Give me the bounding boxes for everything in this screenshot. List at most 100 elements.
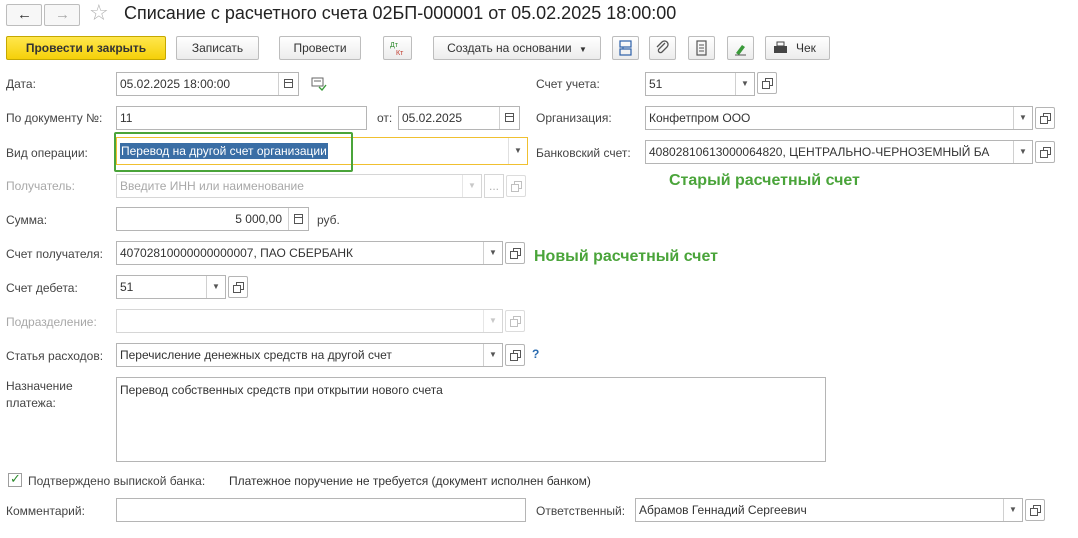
checkmark-icon: ✓ — [10, 471, 21, 486]
operation-type-dropdown-icon[interactable]: ▼ — [508, 138, 527, 164]
forward-arrow-icon: → — [55, 6, 70, 23]
division-label: Подразделение: — [6, 315, 97, 329]
debit-account-value: 51 — [120, 280, 134, 294]
organization-dropdown-icon[interactable]: ▼ — [1013, 107, 1032, 129]
calculator-icon[interactable] — [288, 208, 308, 230]
expense-item-open-button[interactable] — [505, 344, 525, 366]
doc-number-input[interactable]: 11 — [116, 106, 367, 130]
payment-purpose-label-line2: платежа: — [6, 396, 56, 410]
recipient-select-button[interactable]: ... — [484, 174, 504, 198]
recipient-account-open-button[interactable] — [505, 242, 525, 264]
list-button[interactable] — [688, 36, 715, 60]
debit-account-dropdown-icon[interactable]: ▼ — [206, 276, 225, 298]
highlight-box — [114, 132, 353, 172]
doc-number-value: 11 — [120, 111, 133, 125]
comment-label: Комментарий: — [6, 504, 85, 518]
amount-value: 5 000,00 — [235, 212, 282, 226]
back-button[interactable]: ← — [6, 4, 42, 26]
bank-account-value: 40802810613000064820, ЦЕНТРАЛЬНО-ЧЕРНОЗЕ… — [649, 145, 990, 159]
payment-purpose-label-line1: Назначение — [6, 379, 73, 393]
date-label: Дата: — [6, 77, 36, 91]
back-arrow-icon: ← — [17, 6, 32, 23]
receipt-label: Чек — [796, 41, 816, 55]
calendar-icon[interactable] — [278, 73, 298, 95]
forward-button[interactable]: → — [44, 4, 80, 26]
hierarchy-icon — [619, 40, 632, 56]
debit-account-label: Счет дебета: — [6, 281, 78, 295]
division-dropdown-icon[interactable]: ▼ — [483, 310, 502, 332]
bank-account-field[interactable]: 40802810613000064820, ЦЕНТРАЛЬНО-ЧЕРНОЗЕ… — [645, 140, 1033, 164]
recipient-field[interactable]: Введите ИНН или наименование ▼ — [116, 174, 482, 198]
organization-open-button[interactable] — [1035, 107, 1055, 129]
new-account-annotation: Новый расчетный счет — [534, 248, 718, 265]
responsible-value: Абрамов Геннадий Сергеевич — [639, 503, 807, 517]
ellipsis-icon: ... — [489, 179, 500, 193]
account-value: 51 — [649, 77, 663, 91]
organization-field[interactable]: Конфетпром ООО ▼ — [645, 106, 1033, 130]
create-based-on-button[interactable]: Создать на основании ▼ — [433, 36, 601, 60]
recipient-label: Получатель: — [6, 179, 75, 193]
recipient-account-label: Счет получателя: — [6, 247, 103, 261]
receipt-button[interactable]: Чек — [765, 36, 830, 60]
post-and-close-button[interactable]: Провести и закрыть — [6, 36, 166, 60]
confirmed-checkbox[interactable]: ✓ — [8, 471, 22, 487]
help-icon[interactable]: ? — [532, 347, 539, 361]
svg-text:Дт: Дт — [390, 42, 399, 49]
recipient-open-button[interactable] — [506, 175, 526, 197]
history-icon[interactable] — [311, 77, 327, 91]
recipient-account-dropdown-icon[interactable]: ▼ — [483, 242, 502, 264]
amount-label: Сумма: — [6, 213, 48, 227]
structure-button[interactable] — [612, 36, 639, 60]
date-value: 05.02.2025 18:00:00 — [120, 77, 231, 91]
confirmed-status: Платежное поручение не требуется (докуме… — [229, 474, 591, 488]
responsible-label: Ответственный: — [536, 504, 626, 518]
bank-account-open-button[interactable] — [1035, 141, 1055, 163]
attach-button[interactable] — [649, 36, 676, 60]
svg-text:Кт: Кт — [396, 50, 404, 57]
sign-button[interactable] — [727, 36, 754, 60]
expense-item-dropdown-icon[interactable]: ▼ — [483, 344, 502, 366]
recipient-dropdown-icon[interactable]: ▼ — [462, 175, 481, 197]
amount-input[interactable]: 5 000,00 — [116, 207, 309, 231]
payment-purpose-value: Перевод собственных средств при открытии… — [120, 383, 443, 397]
payment-purpose-textarea[interactable]: Перевод собственных средств при открытии… — [116, 377, 826, 462]
expense-item-field[interactable]: Перечисление денежных средств на другой … — [116, 343, 503, 367]
calendar-icon[interactable] — [499, 107, 519, 129]
date-input[interactable]: 05.02.2025 18:00:00 — [116, 72, 299, 96]
operation-type-label: Вид операции: — [6, 146, 88, 160]
doc-date-value: 05.02.2025 — [402, 111, 463, 125]
dt-kt-button[interactable]: Дт Кт — [383, 36, 412, 60]
paperclip-icon — [656, 40, 669, 54]
recipient-account-field[interactable]: 40702810000000000007, ПАО СБЕРБАНК ▼ — [116, 241, 503, 265]
debit-credit-icon: Дт Кт — [390, 42, 404, 57]
expense-item-value: Перечисление денежных средств на другой … — [120, 348, 392, 362]
chevron-down-icon: ▼ — [578, 45, 587, 54]
recipient-placeholder: Введите ИНН или наименование — [120, 179, 304, 193]
division-field[interactable]: ▼ — [116, 309, 503, 333]
responsible-dropdown-icon[interactable]: ▼ — [1003, 499, 1022, 521]
comment-input[interactable] — [116, 498, 526, 522]
post-button[interactable]: Провести — [279, 36, 361, 60]
create-based-on-label: Создать на основании — [447, 41, 572, 55]
bank-account-dropdown-icon[interactable]: ▼ — [1013, 141, 1032, 163]
confirmed-label: Подтверждено выпиской банка: — [28, 474, 206, 488]
doc-number-label: По документу №: — [6, 111, 103, 125]
division-open-button[interactable] — [505, 310, 525, 332]
debit-account-open-button[interactable] — [228, 276, 248, 298]
account-dropdown-icon[interactable]: ▼ — [735, 73, 754, 95]
account-open-button[interactable] — [757, 72, 777, 94]
organization-value: Конфетпром ООО — [649, 111, 751, 125]
favorite-star-icon[interactable]: ☆ — [89, 0, 109, 26]
account-label: Счет учета: — [536, 77, 600, 91]
page-title: Списание с расчетного счета 02БП-000001 … — [124, 3, 677, 23]
organization-label: Организация: — [536, 111, 612, 125]
expense-item-label: Статья расходов: — [6, 349, 104, 363]
responsible-open-button[interactable] — [1025, 499, 1045, 521]
doc-date-input[interactable]: 05.02.2025 — [398, 106, 520, 130]
debit-account-field[interactable]: 51 ▼ — [116, 275, 226, 299]
save-button[interactable]: Записать — [176, 36, 259, 60]
responsible-field[interactable]: Абрамов Геннадий Сергеевич ▼ — [635, 498, 1023, 522]
account-field[interactable]: 51 ▼ — [645, 72, 755, 96]
currency-label: руб. — [317, 213, 340, 227]
old-account-annotation: Старый расчетный счет — [669, 172, 860, 189]
